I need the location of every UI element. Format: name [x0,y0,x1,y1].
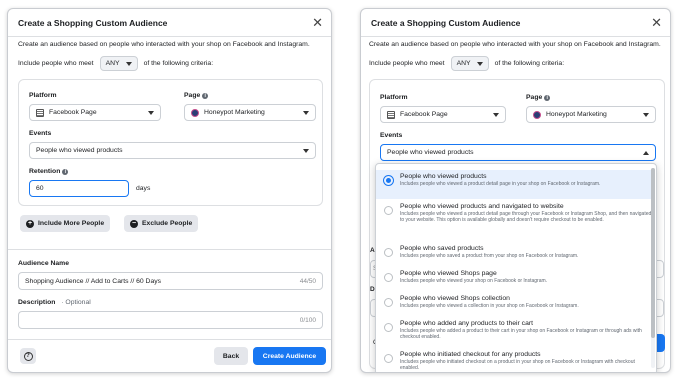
radio-selected-icon [384,176,393,185]
audience-dialog-form: Create a Shopping Custom Audience ✕ Crea… [7,8,332,373]
dialog-description: Create an audience based on people who i… [18,41,310,48]
menu-item-saved-products[interactable]: People who saved products Includes peopl… [376,244,652,268]
honeypot-logo-icon [533,110,541,119]
description-label: Description · Optional [18,299,91,306]
events-label: Events [29,130,52,137]
menu-item-added-to-cart[interactable]: People who added any products to their c… [376,319,652,349]
page-value: Honeypot Marketing [546,111,607,118]
page-select[interactable]: Honeypot Marketing [184,104,316,121]
platform-label: Platform [380,94,408,101]
exclude-people-button[interactable]: − Exclude People [124,215,199,232]
plus-icon: + [26,219,34,228]
criteria-match-select[interactable]: ANY [99,56,138,71]
description-counter: 0/100 [299,316,316,324]
audience-dialog-events-open: Create a Shopping Custom Audience ✕ Crea… [360,8,671,373]
platform-label: Platform [29,92,57,99]
criteria-row: Include people who meet ANY of the follo… [369,56,564,71]
criteria-suffix: of the following criteria: [143,60,214,67]
radio-icon [384,354,393,363]
description-input[interactable]: 0/100 [18,311,323,329]
audience-name-label: Audience Name [18,260,69,267]
events-select[interactable]: People who viewed products [29,142,316,159]
info-icon[interactable]: i [544,94,551,101]
events-dropdown-menu: People who viewed products Includes peop… [375,163,657,372]
menu-scrollbar[interactable] [651,168,655,368]
menu-scrollbar-thumb[interactable] [651,168,655,338]
criteria-match-value: ANY [105,60,120,67]
menu-item-viewed-and-navigated[interactable]: People who viewed products and navigated… [376,202,652,242]
platform-select[interactable]: Facebook Page [29,104,161,121]
exclude-label: Exclude People [142,220,193,227]
honeypot-logo-icon [191,108,199,117]
include-more-label: Include More People [38,220,105,227]
divider [8,249,331,250]
close-icon[interactable]: ✕ [312,16,323,29]
criteria-box: Platform Facebook Page Page i Honeypot Ma… [18,79,323,206]
radio-icon [384,323,393,332]
radio-icon [384,298,393,307]
help-button[interactable]: ? [20,348,36,364]
retention-value: 60 [36,185,44,192]
criteria-match-select[interactable]: ANY [450,56,489,71]
audience-name-input[interactable]: Shopping Audience // Add to Carts // 60 … [18,272,323,290]
facebook-page-icon [387,110,395,119]
chevron-down-icon [493,113,499,117]
back-button[interactable]: Back [214,347,248,365]
menu-item-viewed-shops-page[interactable]: People who viewed Shops page Includes pe… [376,269,652,293]
chevron-down-icon [303,111,309,115]
retention-input[interactable]: 60 [29,180,129,197]
page-value: Honeypot Marketing [204,109,265,116]
audience-name-value: Shopping Audience // Add to Carts // 60 … [25,277,162,285]
chevron-down-icon [643,113,649,117]
radio-icon [384,206,393,215]
platform-select[interactable]: Facebook Page [380,106,506,123]
menu-item-initiated-checkout[interactable]: People who initiated checkout for any pr… [376,350,652,372]
page-select[interactable]: Honeypot Marketing [526,106,656,123]
retention-label: Retention i [29,168,69,175]
radio-icon [384,248,393,257]
dialog-header: Create a Shopping Custom Audience ✕ [361,9,670,37]
facebook-page-icon [36,108,44,117]
platform-value: Facebook Page [400,111,448,118]
menu-item-viewed-shops-collection[interactable]: People who viewed Shops collection Inclu… [376,294,652,318]
page-label: Page i [184,92,209,99]
dialog-header: Create a Shopping Custom Audience ✕ [8,9,331,37]
criteria-prefix: Include people who meet [369,60,445,67]
create-audience-button[interactable]: Create Audience [253,347,326,365]
minus-icon: − [130,219,138,228]
radio-icon [384,273,393,282]
events-label: Events [380,132,403,139]
criteria-suffix: of the following criteria: [494,60,565,67]
info-icon[interactable]: i [62,168,69,175]
close-icon[interactable]: ✕ [651,16,662,29]
menu-item-viewed-products[interactable]: People who viewed products Includes peop… [376,170,652,199]
page-label: Page i [526,94,551,101]
events-value: People who viewed products [387,149,474,156]
chevron-up-icon [643,151,649,155]
include-more-people-button[interactable]: + Include More People [20,215,111,232]
question-icon: ? [23,351,33,361]
criteria-prefix: Include people who meet [18,60,94,67]
criteria-row: Include people who meet ANY of the follo… [18,56,213,71]
chevron-down-icon [148,111,154,115]
criteria-match-value: ANY [456,60,471,67]
platform-value: Facebook Page [49,109,97,116]
chevron-down-icon [303,149,309,153]
chevron-down-icon [476,61,483,66]
dialog-title: Create a Shopping Custom Audience [371,17,521,28]
dialog-description: Create an audience based on people who i… [369,41,661,48]
audience-name-counter: 44/50 [299,277,316,285]
retention-unit: days [136,185,151,192]
divider [8,339,331,340]
events-select[interactable]: People who viewed products [380,144,656,161]
events-value: People who viewed products [36,147,123,154]
chevron-down-icon [125,61,132,66]
info-icon[interactable]: i [202,92,209,99]
dialog-title: Create a Shopping Custom Audience [18,17,168,28]
